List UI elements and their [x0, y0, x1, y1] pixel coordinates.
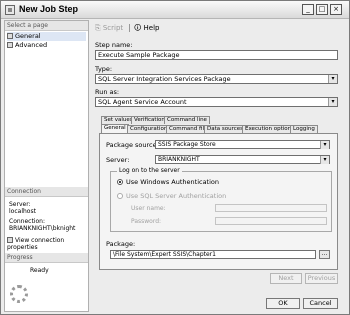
- browse-button[interactable]: ...: [319, 250, 330, 259]
- help-label: Help: [143, 24, 160, 32]
- minimize-button[interactable]: _: [302, 4, 314, 15]
- maximize-button[interactable]: □: [316, 4, 328, 15]
- script-button[interactable]: ⎘ Script: [95, 23, 123, 33]
- sidebar-item-label: Advanced: [15, 41, 48, 49]
- tab-command-line[interactable]: Command line: [164, 116, 210, 124]
- connection-label: Connection:: [9, 218, 45, 225]
- step-name-input[interactable]: Execute Sample Package: [95, 50, 338, 60]
- help-button[interactable]: 🛈 Help: [134, 23, 159, 33]
- user-name-label: User name:: [131, 205, 166, 212]
- connection-header: Connection: [5, 187, 88, 197]
- tab-execution-options[interactable]: Execution options: [242, 125, 297, 133]
- dialog-window: New Job Step _ □ × Select a page General…: [0, 0, 350, 315]
- server-label: Server:: [9, 201, 31, 208]
- help-icon: 🛈: [134, 24, 144, 32]
- logon-legend: Log on to the server: [117, 167, 182, 174]
- run-as-select[interactable]: SQL Agent Service Account ▾: [95, 97, 338, 107]
- server-select[interactable]: BRIANKNIGHT ▾: [155, 155, 330, 164]
- windows-auth-label: Use Windows Authentication: [126, 178, 220, 186]
- server-value: BRIANKNIGHT: [158, 156, 200, 163]
- next-button[interactable]: Next: [270, 273, 302, 284]
- progress-status: Ready: [30, 267, 49, 274]
- main-pane: ⎘ Script 🛈 Help Step name: Execute Sample…: [91, 20, 346, 312]
- title-bar: New Job Step _ □ ×: [1, 1, 349, 19]
- step-name-label: Step name:: [95, 41, 133, 49]
- run-as-label: Run as:: [95, 88, 120, 96]
- type-select[interactable]: SQL Server Integration Services Package …: [95, 74, 338, 84]
- package-source-value: SSIS Package Store: [158, 141, 216, 148]
- chevron-down-icon[interactable]: ▾: [328, 75, 337, 83]
- user-name-input[interactable]: [215, 204, 327, 212]
- select-page-header: Select a page: [5, 21, 88, 31]
- connection-value: BRIANKNIGHT\bknight: [9, 225, 76, 232]
- type-value: SQL Server Integration Services Package: [98, 75, 231, 83]
- view-link-label: View connection properties: [7, 237, 65, 251]
- sidebar-item-advanced[interactable]: Advanced: [7, 41, 47, 50]
- sidebar-item-label: General: [15, 32, 41, 40]
- script-icon: ⎘: [95, 24, 103, 32]
- run-as-value: SQL Agent Service Account: [98, 98, 187, 106]
- radio-unselected-icon: [117, 193, 123, 199]
- window-icon: [5, 5, 15, 15]
- general-tab-panel: Package source: SSIS Package Store ▾ Ser…: [99, 133, 338, 270]
- radio-selected-icon: [117, 179, 123, 185]
- password-input[interactable]: [215, 217, 327, 225]
- progress-spinner-icon: [10, 285, 28, 303]
- password-label: Password:: [131, 218, 162, 225]
- package-source-select[interactable]: SSIS Package Store ▾: [155, 140, 330, 149]
- sql-auth-label: Use SQL Server Authentication: [126, 192, 227, 200]
- close-button[interactable]: ×: [330, 4, 342, 15]
- server-value: localhost: [9, 208, 36, 215]
- progress-header: Progress: [5, 253, 88, 263]
- view-connection-properties-link[interactable]: View connection properties: [7, 237, 88, 251]
- properties-icon: [7, 237, 13, 243]
- chevron-down-icon[interactable]: ▾: [328, 98, 337, 106]
- tab-verification[interactable]: Verification: [131, 116, 168, 124]
- script-label: Script: [102, 24, 124, 32]
- left-pane: Select a page General Advanced Connectio…: [4, 20, 89, 312]
- page-icon: [7, 42, 13, 48]
- chevron-down-icon[interactable]: ▾: [320, 156, 329, 164]
- package-path-input[interactable]: \File System\Expert SSIS\Chapter1: [110, 250, 316, 259]
- logon-group: Log on to the server Use Windows Authent…: [110, 167, 332, 232]
- toolbar-separator: [129, 24, 131, 32]
- tab-general[interactable]: General: [101, 124, 129, 133]
- sidebar-item-general[interactable]: General: [7, 32, 86, 41]
- toolbar: ⎘ Script 🛈 Help: [95, 23, 165, 33]
- server-label: Server:: [106, 156, 130, 164]
- ok-button[interactable]: OK: [266, 298, 300, 309]
- sql-auth-radio[interactable]: Use SQL Server Authentication: [117, 192, 226, 200]
- chevron-down-icon[interactable]: ▾: [320, 141, 329, 149]
- tab-logging[interactable]: Logging: [290, 125, 318, 133]
- package-label: Package:: [106, 240, 136, 248]
- type-label: Type:: [95, 65, 113, 73]
- window-title: New Job Step: [19, 4, 79, 14]
- previous-button[interactable]: Previous: [305, 273, 338, 284]
- cancel-button[interactable]: Cancel: [303, 298, 338, 309]
- windows-auth-radio[interactable]: Use Windows Authentication: [117, 178, 219, 186]
- package-source-label: Package source:: [106, 141, 159, 149]
- tab-data-sources[interactable]: Data sources: [204, 125, 247, 133]
- page-icon: [7, 33, 13, 39]
